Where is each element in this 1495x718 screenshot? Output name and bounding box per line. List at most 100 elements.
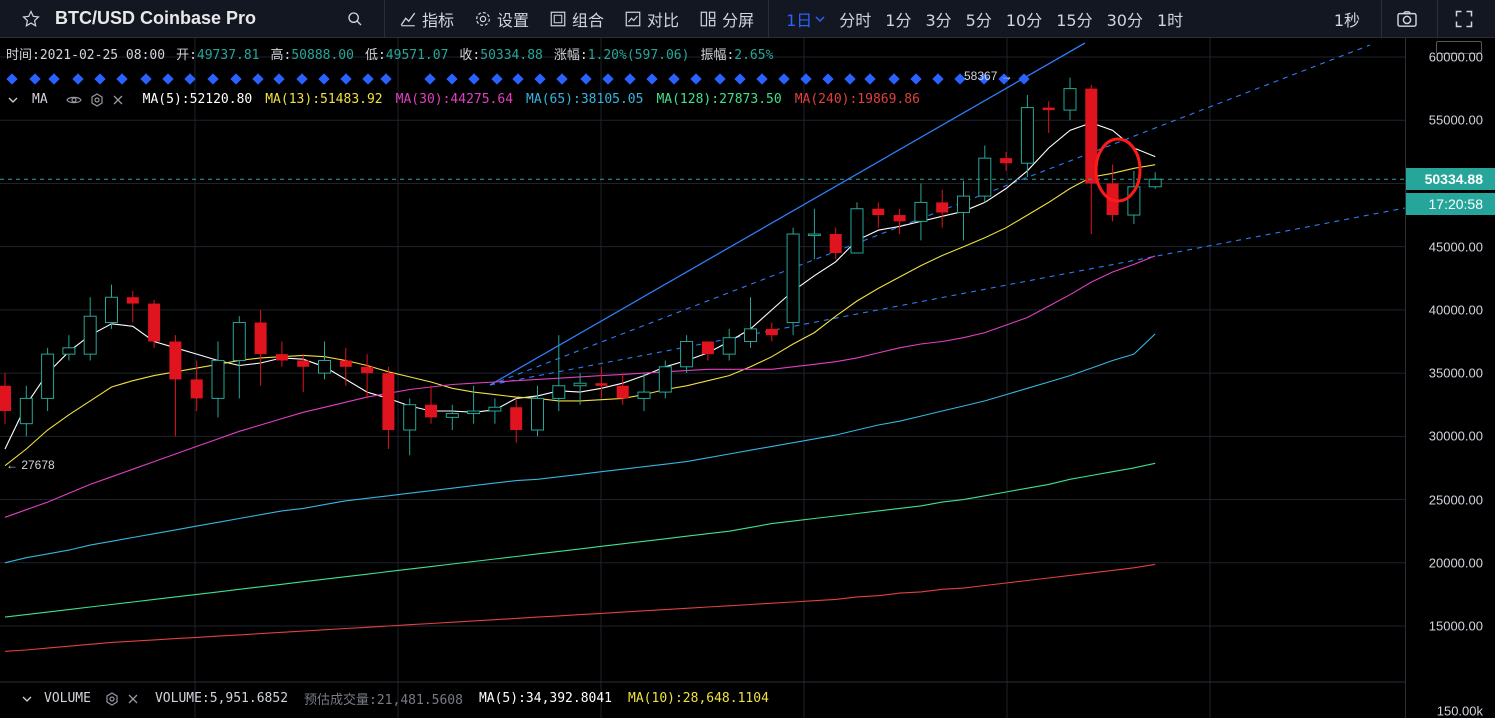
ohlc-info: 时间:2021-02-25 08:00 开:49737.81 高:50888.0… — [6, 44, 773, 63]
volume-value: VOLUME:5,951.6852 — [154, 691, 289, 706]
candle-body-up — [680, 341, 694, 368]
candle-body-up — [403, 404, 417, 431]
split-screen-button[interactable]: 分屏 — [689, 0, 764, 38]
estimated-volume-value: 21,481.5608 — [376, 693, 463, 708]
low-marker-label: ← 27678 — [6, 458, 55, 472]
candle-body-up — [41, 353, 55, 399]
candle-body-up — [318, 359, 331, 374]
candle-body-up — [850, 208, 864, 254]
split-label: 分屏 — [722, 10, 755, 30]
ma30-value: MA(30):44275.64 — [395, 92, 514, 107]
timeframe-30m[interactable]: 30分 — [1100, 0, 1150, 38]
candle-body-up — [744, 328, 757, 343]
compare-button[interactable]: 对比 — [614, 0, 689, 38]
change-value: 1.20%(597.06) — [587, 48, 690, 63]
open-label: 开: — [176, 48, 197, 63]
candle-body-up — [807, 233, 821, 237]
candle-body-up — [19, 397, 33, 425]
amplitude-label: 振幅: — [700, 48, 735, 63]
volume-ma10-value: MA(10):28,648.1104 — [628, 691, 769, 706]
open-value: 49737.81 — [196, 48, 260, 63]
candle-body-down — [425, 404, 437, 418]
change-label: 涨幅: — [553, 48, 588, 63]
split-icon — [700, 11, 716, 26]
gear-icon — [476, 11, 490, 26]
candle-body-up — [914, 201, 928, 222]
high-marker-label: 58367 → — [964, 69, 1013, 83]
timeframe-1d[interactable]: 1日 — [779, 0, 832, 38]
candle-body-down — [382, 373, 395, 431]
candle-body-down — [510, 407, 523, 431]
timeframe-label: 1日 — [786, 10, 813, 30]
candle-body-up — [83, 315, 97, 355]
combine-button[interactable]: 组合 — [539, 0, 614, 38]
high-label: 高: — [270, 48, 292, 63]
candle-body-down — [616, 385, 629, 399]
eye-icon[interactable] — [65, 94, 82, 106]
price-axis[interactable]: 60000.0055000.0050000.0045000.0040000.00… — [1405, 38, 1495, 718]
estimated-volume-label: 预估成交量: — [304, 693, 377, 708]
timeframe-15m[interactable]: 15分 — [1049, 0, 1099, 38]
price-tick-label: 15000.00 — [1428, 618, 1483, 634]
settings-button[interactable]: 设置 — [464, 0, 539, 38]
current-price-label: 50334.88 — [1406, 168, 1495, 191]
price-tick-label: 55000.00 — [1428, 112, 1483, 128]
close-icon[interactable] — [127, 693, 139, 705]
price-tick-label: 30000.00 — [1428, 428, 1483, 444]
candle-body-down — [872, 208, 885, 216]
candle-body-up — [637, 391, 651, 399]
favorite-star-icon[interactable] — [0, 0, 51, 38]
amplitude-value: 2.65% — [734, 48, 774, 63]
trend-line-dashed-lower — [489, 207, 1405, 386]
candle-body-down — [190, 379, 203, 399]
candle-body-down — [339, 360, 352, 367]
timeframe-1m[interactable]: 1分 — [878, 0, 918, 38]
candle-body-up — [658, 366, 672, 393]
timeframe-10m[interactable]: 10分 — [999, 0, 1049, 38]
candle-body-down — [0, 385, 11, 412]
ma65-value: MA(65):38105.05 — [526, 92, 644, 107]
top-toolbar: BTC/USD Coinbase Pro 指标 设置 组合 对比 分屏 1日 分… — [0, 0, 1495, 38]
price-tick-label: 40000.00 — [1428, 302, 1483, 318]
timeframe-1h[interactable]: 1时 — [1150, 0, 1190, 38]
close-icon[interactable] — [112, 94, 124, 106]
price-chart[interactable] — [0, 38, 1405, 718]
candle-body-down — [126, 297, 139, 304]
price-tick-label: 25000.00 — [1428, 492, 1483, 508]
camera-icon[interactable] — [1382, 0, 1437, 38]
settings-icon[interactable] — [90, 92, 104, 107]
timeframe-5m[interactable]: 5分 — [959, 0, 999, 38]
candle-body-up — [1063, 88, 1077, 111]
chevron-down-icon[interactable] — [22, 694, 32, 704]
search-icon[interactable] — [331, 0, 384, 38]
timeframe-tick[interactable]: 分时 — [832, 0, 878, 38]
price-tick-label: 20000.00 — [1428, 555, 1483, 571]
chevron-down-icon[interactable] — [8, 95, 18, 105]
ma-title: MA — [32, 92, 48, 107]
ma128-value: MA(128):27873.50 — [656, 92, 782, 107]
candle-body-up — [488, 406, 502, 412]
combine-label: 组合 — [572, 10, 605, 30]
candle-body-up — [1020, 107, 1034, 164]
candle-body-up — [62, 347, 76, 355]
candle-body-down — [595, 383, 608, 386]
candle-body-up — [722, 337, 736, 355]
symbol-name[interactable]: BTC/USD Coinbase Pro — [51, 0, 331, 38]
ma13-line — [4, 164, 1156, 467]
time-label: 时间: — [6, 48, 40, 63]
candle-body-down — [1042, 107, 1055, 111]
low-value: 49571.07 — [385, 48, 449, 63]
high-value: 50888.00 — [291, 48, 354, 63]
candle-body-down — [1000, 158, 1013, 164]
low-label: 低: — [364, 48, 386, 63]
indicators-button[interactable]: 指标 — [385, 0, 464, 38]
candle-body-up — [531, 397, 544, 431]
fullscreen-icon[interactable] — [1438, 0, 1495, 38]
timeframe-3m[interactable]: 3分 — [918, 0, 958, 38]
timeframe-1s[interactable]: 1秒 — [1327, 0, 1367, 38]
settings-icon[interactable] — [105, 691, 119, 706]
candle-body-down — [361, 366, 374, 374]
candle-body-up — [1148, 178, 1162, 188]
price-tick-label: 60000.00 — [1428, 49, 1483, 65]
candle-body-down — [169, 341, 182, 380]
